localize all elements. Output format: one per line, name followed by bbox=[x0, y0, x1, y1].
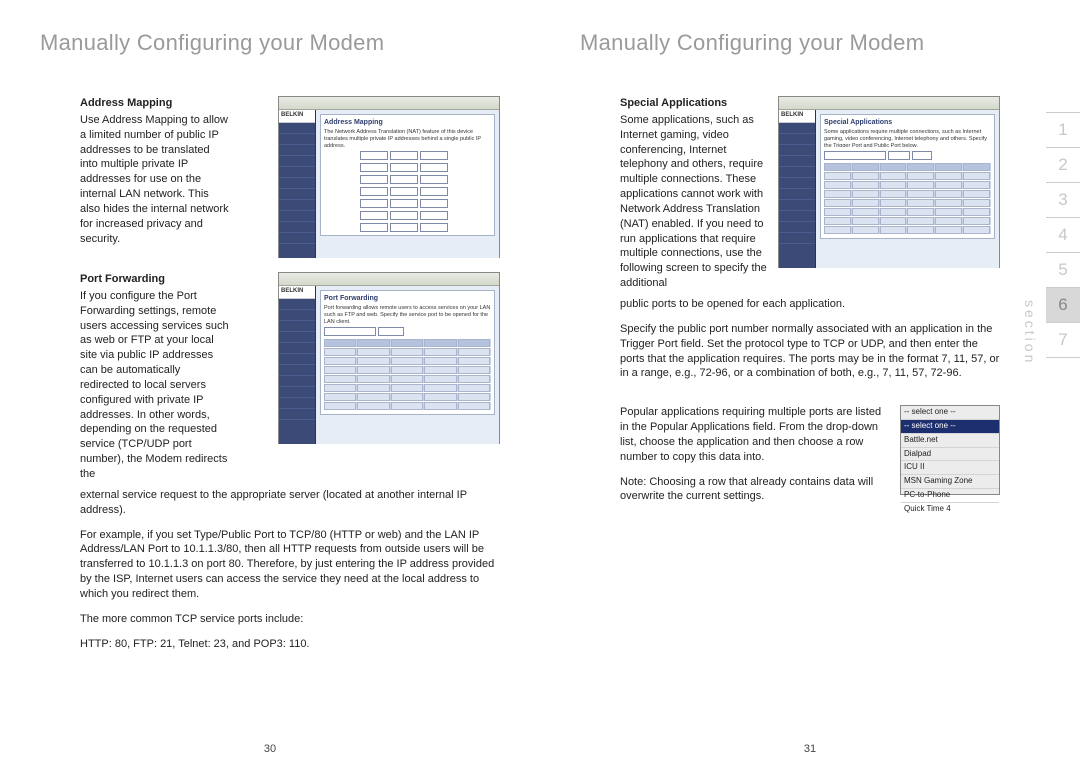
text-pf2: external service request to the appropri… bbox=[80, 488, 500, 518]
popapp-option: PC-to-Phone bbox=[901, 489, 999, 503]
text-pf1: If you configure the Port Forwarding set… bbox=[80, 289, 230, 482]
section-label: section bbox=[1022, 300, 1038, 365]
page-title-left: Manually Configuring your Modem bbox=[40, 30, 500, 56]
screenshot-address-mapping: BELKIN Address Mapping The Network Addre… bbox=[278, 96, 500, 258]
sa-panel-title: Special Applications bbox=[824, 118, 991, 127]
popapp-option: -- select one -- bbox=[901, 406, 999, 420]
heading-port-forwarding: Port Forwarding bbox=[80, 272, 230, 287]
popapp-option: Quick Time 4 bbox=[901, 503, 999, 514]
popapps-dropdown-image: -- select one -- -- select one -- Battle… bbox=[900, 405, 1000, 495]
heading-address-mapping: Address Mapping bbox=[80, 96, 230, 111]
text-sa2: Specify the public port number normally … bbox=[620, 322, 1000, 381]
popapp-option: MSN Gaming Zone bbox=[901, 475, 999, 489]
block-popapps: -- select one -- -- select one -- Battle… bbox=[620, 405, 1000, 514]
text-pf5: HTTP: 80, FTP: 21, Telnet: 23, and POP3:… bbox=[80, 637, 500, 652]
text-address-mapping: Use Address Mapping to allow a limited n… bbox=[80, 113, 230, 247]
screenshot-brand: BELKIN bbox=[279, 110, 315, 123]
block-address-mapping: Address Mapping Use Address Mapping to a… bbox=[80, 96, 500, 258]
screenshot-special-applications: BELKIN Special Applications Some applica… bbox=[778, 96, 1000, 268]
section-nav-4[interactable]: 4 bbox=[1046, 217, 1080, 252]
text-sa1b: public ports to be opened for each appli… bbox=[620, 297, 1000, 312]
heading-special-applications: Special Applications bbox=[620, 96, 770, 111]
section-nav-6[interactable]: 6 bbox=[1046, 287, 1080, 322]
am-panel-title: Address Mapping bbox=[324, 118, 491, 127]
page-right: Manually Configuring your Modem Special … bbox=[540, 0, 1080, 771]
text-pf4: The more common TCP service ports includ… bbox=[80, 612, 500, 627]
text-pf3: For example, if you set Type/Public Port… bbox=[80, 528, 500, 602]
block-port-forwarding: Port Forwarding If you configure the Por… bbox=[80, 272, 500, 661]
screenshot-brand-pf: BELKIN bbox=[279, 286, 315, 299]
section-nav: 1 2 3 4 5 6 7 bbox=[1046, 112, 1080, 358]
popapp-option: Dialpad bbox=[901, 448, 999, 462]
popapp-option: ICU II bbox=[901, 461, 999, 475]
content-right: Special Applications Some applications, … bbox=[580, 96, 1040, 514]
popapp-option: Battle.net bbox=[901, 434, 999, 448]
section-nav-3[interactable]: 3 bbox=[1046, 182, 1080, 217]
pf-panel-desc: Port forwarding allows remote users to a… bbox=[324, 305, 491, 323]
popapp-option-selected: -- select one -- bbox=[901, 420, 999, 434]
section-nav-7[interactable]: 7 bbox=[1046, 322, 1080, 358]
section-nav-5[interactable]: 5 bbox=[1046, 252, 1080, 287]
sa-panel-desc: Some applications require multiple conne… bbox=[824, 129, 991, 147]
page-title-right: Manually Configuring your Modem bbox=[580, 30, 1040, 56]
block-special-applications: Special Applications Some applications, … bbox=[620, 96, 1000, 391]
content-left: Address Mapping Use Address Mapping to a… bbox=[40, 96, 500, 661]
page-number-right: 31 bbox=[540, 743, 1080, 755]
page-left: Manually Configuring your Modem Address … bbox=[0, 0, 540, 771]
text-sa1: Some applications, such as Internet gami… bbox=[620, 113, 770, 291]
pf-panel-title: Port Forwarding bbox=[324, 294, 491, 303]
am-panel-desc: The Network Address Translation (NAT) fe… bbox=[324, 129, 491, 147]
screenshot-port-forwarding: BELKIN Port Forwarding Port forwarding a… bbox=[278, 272, 500, 444]
page-number-left: 30 bbox=[0, 743, 540, 755]
section-nav-2[interactable]: 2 bbox=[1046, 147, 1080, 182]
section-nav-1[interactable]: 1 bbox=[1046, 112, 1080, 147]
screenshot-brand-sa: BELKIN bbox=[779, 110, 815, 123]
